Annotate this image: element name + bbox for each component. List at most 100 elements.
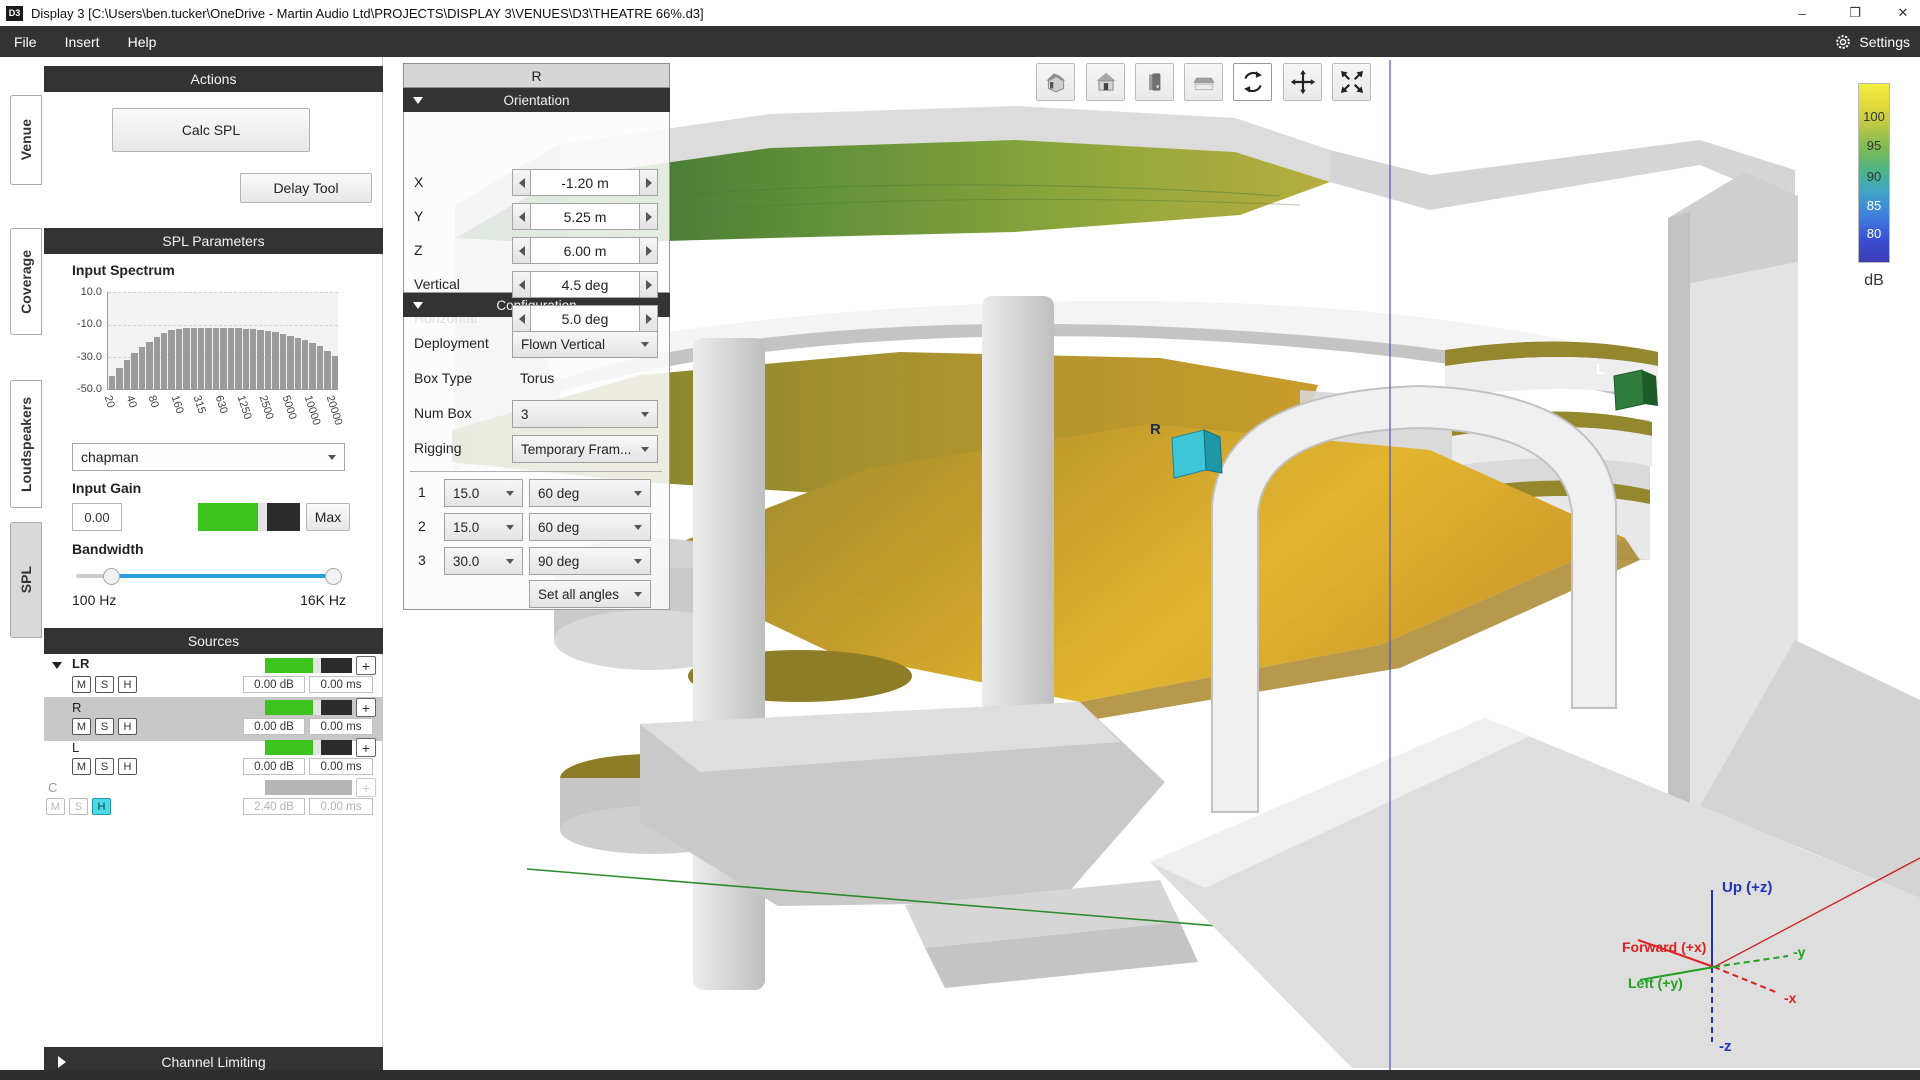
add-channel-button[interactable]: + [356, 656, 376, 675]
chevron-down-icon [634, 491, 642, 496]
deployment-dropdown[interactable]: Flown Vertical [512, 330, 658, 358]
axis-forward-label: Forward (+x) [1622, 939, 1706, 955]
solo-button[interactable]: S [69, 798, 88, 815]
menu-bar: File Insert Help Settings [0, 26, 1920, 57]
num-box-dropdown[interactable]: 3 [512, 400, 658, 428]
menu-insert[interactable]: Insert [51, 26, 114, 57]
sidebar-tab-spl[interactable]: SPL [10, 522, 42, 638]
source-delay-field[interactable]: 0.00 ms [309, 758, 373, 775]
hide-button[interactable]: H [118, 718, 137, 735]
mute-button[interactable]: M [46, 798, 65, 815]
orient-x-value[interactable]: -1.20 m [531, 169, 639, 196]
bandwidth-high-label: 16K Hz [290, 592, 346, 608]
solo-button[interactable]: S [95, 758, 114, 775]
mute-button[interactable]: M [72, 718, 91, 735]
step-down-button[interactable] [512, 237, 531, 264]
step-up-button[interactable] [639, 169, 658, 196]
close-button[interactable]: ✕ [1886, 0, 1920, 26]
splay-3-angle-dropdown[interactable]: 90 deg [529, 547, 651, 575]
view-3d-button[interactable] [1036, 63, 1075, 101]
minimize-button[interactable]: – [1785, 0, 1819, 26]
source-delay-field[interactable]: 0.00 ms [309, 676, 373, 693]
step-up-button[interactable] [639, 203, 658, 230]
step-down-button[interactable] [512, 203, 531, 230]
rotate-tool-button[interactable] [1233, 63, 1272, 101]
source-delay-field[interactable]: 0.00 ms [309, 798, 373, 815]
zoom-extents-button[interactable] [1332, 63, 1371, 101]
chevron-down-icon [328, 455, 336, 460]
orient-vertical-value[interactable]: 4.5 deg [531, 271, 639, 298]
view-side-button[interactable] [1135, 63, 1174, 101]
preset-value: chapman [81, 449, 139, 465]
source-gain-field[interactable]: 2.40 dB [243, 798, 305, 815]
orient-horizontal-value[interactable]: 5.0 deg [531, 305, 639, 332]
orient-z-label: Z [414, 242, 423, 258]
step-down-button[interactable] [512, 169, 531, 196]
view-top-button[interactable] [1184, 63, 1223, 101]
legend-value: 100 [1858, 109, 1890, 124]
solo-button[interactable]: S [95, 718, 114, 735]
bandwidth-slider-fill [112, 574, 333, 578]
step-up-button[interactable] [639, 271, 658, 298]
mute-button[interactable]: M [72, 758, 91, 775]
source-row-name[interactable]: C [48, 780, 57, 795]
orient-horizontal-stepper: 5.0 deg [512, 305, 658, 332]
splay-1-size-dropdown[interactable]: 15.0 [444, 479, 523, 507]
splay-1-angle-dropdown[interactable]: 60 deg [529, 479, 651, 507]
axis-negx-label: -x [1784, 990, 1797, 1006]
source-delay-field[interactable]: 0.00 ms [309, 718, 373, 735]
orient-y-value[interactable]: 5.25 m [531, 203, 639, 230]
splay-2-index: 2 [418, 518, 426, 534]
input-spectrum-chart [107, 292, 338, 390]
source-gain-field[interactable]: 0.00 dB [243, 718, 305, 735]
sidebar-tab-coverage[interactable]: Coverage [10, 228, 42, 335]
pan-tool-button[interactable] [1283, 63, 1322, 101]
orient-z-value[interactable]: 6.00 m [531, 237, 639, 264]
legend-unit: dB [1858, 272, 1890, 290]
sidebar-tab-loudspeakers[interactable]: Loudspeakers [10, 380, 42, 508]
source-row-name[interactable]: R [72, 700, 81, 715]
add-channel-button[interactable]: + [356, 778, 376, 797]
source-row-name[interactable]: L [72, 740, 79, 755]
spectrum-preset-dropdown[interactable]: chapman [72, 443, 345, 471]
orientation-header[interactable]: Orientation [403, 88, 670, 112]
view-front-button[interactable] [1086, 63, 1125, 101]
solo-button[interactable]: S [95, 676, 114, 693]
chevron-down-icon [641, 412, 649, 417]
step-down-button[interactable] [512, 305, 531, 332]
num-box-label: Num Box [414, 405, 472, 421]
source-gain-field[interactable]: 0.00 dB [243, 758, 305, 775]
delay-tool-button[interactable]: Delay Tool [240, 173, 372, 203]
maximize-button[interactable]: ❐ [1838, 0, 1872, 26]
rigging-dropdown[interactable]: Temporary Fram... [512, 435, 658, 463]
menu-file[interactable]: File [0, 26, 51, 57]
bandwidth-low-handle[interactable] [103, 568, 120, 585]
gain-value-input[interactable]: 0.00 [72, 503, 122, 531]
splay-3-size-dropdown[interactable]: 30.0 [444, 547, 523, 575]
bandwidth-high-handle[interactable] [325, 568, 342, 585]
hide-button[interactable]: H [118, 758, 137, 775]
calc-spl-button[interactable]: Calc SPL [112, 108, 310, 152]
step-up-button[interactable] [639, 237, 658, 264]
hide-button[interactable]: H [92, 798, 111, 815]
source-panel-title: R [403, 63, 670, 88]
splay-2-angle-dropdown[interactable]: 60 deg [529, 513, 651, 541]
splay-2-size-dropdown[interactable]: 15.0 [444, 513, 523, 541]
source-row-name[interactable]: LR [72, 656, 89, 671]
arrow-right-icon [646, 178, 652, 188]
set-all-angles-dropdown[interactable]: Set all angles [529, 580, 651, 608]
add-channel-button[interactable]: + [356, 698, 376, 717]
add-channel-button[interactable]: + [356, 738, 376, 757]
mute-button[interactable]: M [72, 676, 91, 693]
settings-button[interactable]: Settings [1834, 26, 1910, 57]
step-up-button[interactable] [639, 305, 658, 332]
expander-icon[interactable] [52, 662, 62, 669]
menu-help[interactable]: Help [114, 26, 171, 57]
gain-max-button[interactable]: Max [306, 503, 350, 531]
hide-button[interactable]: H [118, 676, 137, 693]
source-gain-field[interactable]: 0.00 dB [243, 676, 305, 693]
axis-negz-label: -z [1719, 1038, 1732, 1055]
step-down-button[interactable] [512, 271, 531, 298]
roof-top-icon [1191, 69, 1217, 95]
sidebar-tab-venue[interactable]: Venue [10, 95, 42, 185]
